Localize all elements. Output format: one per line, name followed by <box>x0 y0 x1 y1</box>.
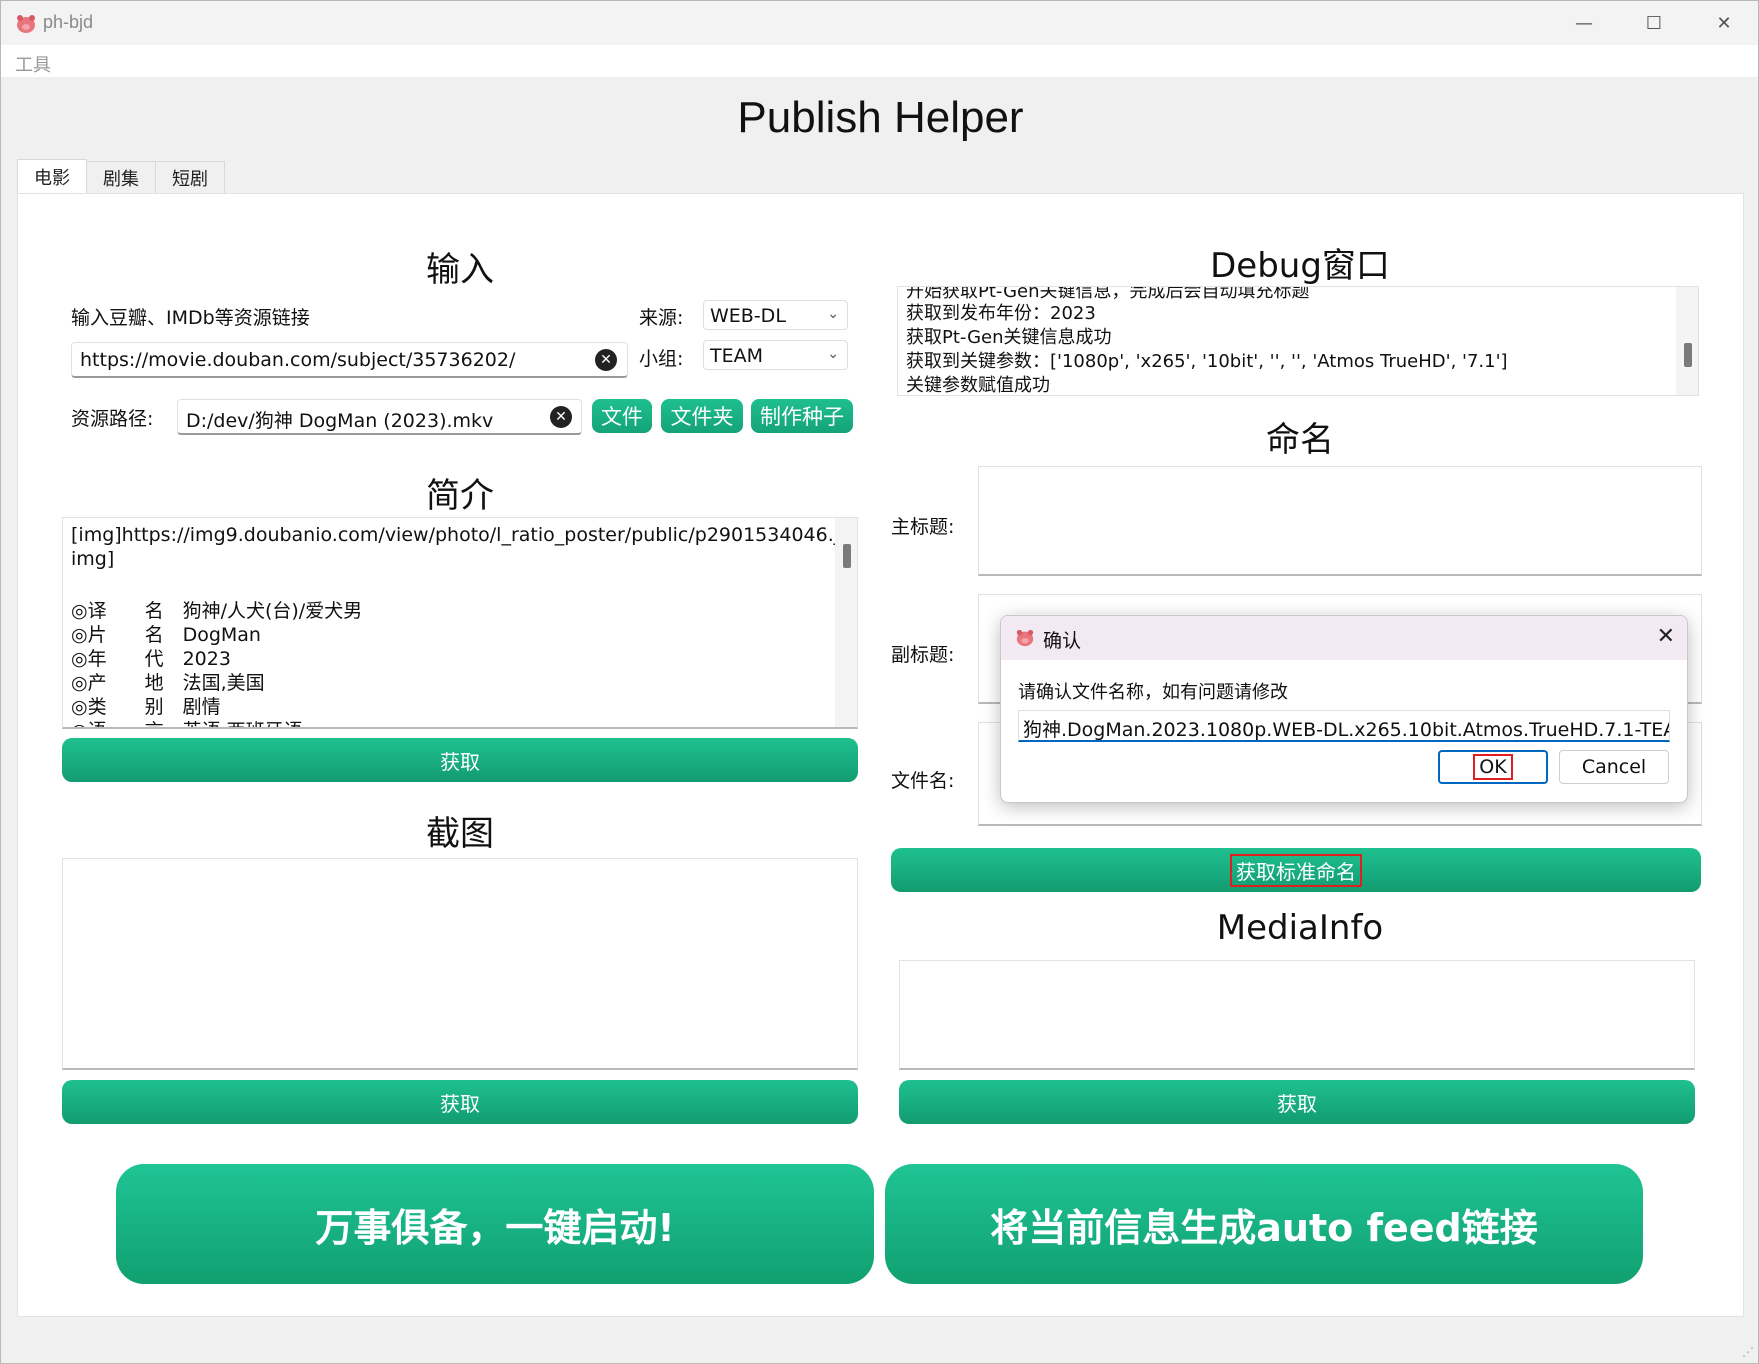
intro-line: [img]https://img9.doubanio.com/view/phot… <box>71 524 858 546</box>
mediainfo-textarea[interactable] <box>899 960 1695 1070</box>
intro-line: ◎译 名 狗神/人犬(台)/爱犬男 <box>71 600 363 622</box>
minimize-button[interactable]: — <box>1549 1 1619 45</box>
filename-label: 文件名: <box>891 770 955 792</box>
input-section-title: 输入 <box>426 250 494 290</box>
ok-label: OK <box>1473 754 1513 780</box>
intro-line: ◎类 别 剧情 <box>71 696 221 718</box>
confirm-dialog: 确认 ✕ 请确认文件名称，如有问题请修改 狗神.DogMan.2023.1080… <box>1000 615 1688 803</box>
debug-textarea[interactable]: 开始获取Pt-Gen关键信息，完成后会自动填充标题 获取到发布年份：2023 获… <box>897 286 1699 396</box>
tab-short-drama[interactable]: 短剧 <box>155 161 225 193</box>
chevron-down-icon: ⌄ <box>827 306 839 322</box>
auto-feed-link-button[interactable]: 将当前信息生成auto feed链接 <box>885 1164 1643 1284</box>
clear-path-icon[interactable]: ✕ <box>550 406 572 428</box>
subtitle-label: 副标题: <box>891 644 955 666</box>
intro-line: ◎产 地 法国,美国 <box>71 672 265 694</box>
intro-scrollbar[interactable] <box>835 518 857 727</box>
scroll-thumb[interactable] <box>1684 343 1692 367</box>
tab-movie[interactable]: 电影 <box>17 159 87 193</box>
link-input[interactable]: https://movie.douban.com/subject/3573620… <box>71 342 628 378</box>
clear-link-icon[interactable]: ✕ <box>595 349 617 371</box>
debug-line: 获取到关键参数：['1080p', 'x265', '10bit', '', '… <box>906 351 1508 372</box>
group-select[interactable]: TEAM ⌄ <box>703 340 848 370</box>
main-title-textarea[interactable] <box>978 466 1702 576</box>
group-label: 小组: <box>639 348 684 370</box>
chevron-down-icon: ⌄ <box>827 346 839 362</box>
app-window: ph-bjd — ☐ ✕ 工具 Publish Helper 电影 剧集 短剧 … <box>0 0 1759 1364</box>
menu-tools[interactable]: 工具 <box>15 51 51 77</box>
window-title: ph-bjd <box>43 12 94 32</box>
dialog-cancel-button[interactable]: Cancel <box>1559 750 1669 784</box>
path-label: 资源路径: <box>71 408 154 430</box>
intro-textarea[interactable]: [img]https://img9.doubanio.com/view/phot… <box>62 517 858 729</box>
tab-bar: 电影 剧集 短剧 <box>17 159 225 193</box>
dialog-ok-button[interactable]: OK <box>1438 750 1548 784</box>
mediainfo-section-title: MediaInfo <box>1216 908 1384 948</box>
one-click-start-button[interactable]: 万事俱备，一键启动! <box>116 1164 874 1284</box>
intro-line: img] <box>71 548 115 570</box>
minimize-icon: — <box>1575 12 1593 34</box>
pig-app-icon <box>1016 629 1034 647</box>
intro-line: ◎年 代 2023 <box>71 648 231 670</box>
file-button[interactable]: 文件 <box>592 399 652 433</box>
get-standard-name-button[interactable]: 获取标准命名 <box>891 848 1701 892</box>
naming-section-title: 命名 <box>1266 420 1334 460</box>
title-bar: ph-bjd — ☐ ✕ <box>1 1 1758 45</box>
maximize-icon: ☐ <box>1645 12 1663 34</box>
screenshot-textarea[interactable] <box>62 858 858 1070</box>
link-label: 输入豆瓣、IMDb等资源链接 <box>71 307 310 329</box>
fetch-screenshot-button[interactable]: 获取 <box>62 1080 858 1124</box>
intro-line: ◎片 名 DogMan <box>71 624 261 646</box>
debug-line: 获取到发布年份：2023 <box>906 303 1096 324</box>
close-window-button[interactable]: ✕ <box>1689 1 1759 45</box>
make-torrent-button[interactable]: 制作种子 <box>751 399 853 433</box>
close-icon: ✕ <box>1716 12 1732 34</box>
maximize-button[interactable]: ☐ <box>1619 1 1689 45</box>
dialog-message: 请确认文件名称，如有问题请修改 <box>1018 682 1288 703</box>
intro-line: ◎语 言 英语,西班牙语 <box>71 716 303 727</box>
fetch-mediainfo-button[interactable]: 获取 <box>899 1080 1695 1124</box>
debug-line: 关键参数赋值成功 <box>906 375 1050 396</box>
source-label: 来源: <box>639 307 684 329</box>
main-title-label: 主标题: <box>891 516 955 538</box>
screenshot-section-title: 截图 <box>426 814 494 854</box>
debug-section-title: Debug窗口 <box>1210 246 1390 286</box>
get-standard-name-label: 获取标准命名 <box>1230 853 1362 887</box>
fetch-intro-button[interactable]: 获取 <box>62 738 858 782</box>
close-icon[interactable]: ✕ <box>1657 624 1675 649</box>
source-select[interactable]: WEB-DL ⌄ <box>703 300 848 330</box>
dialog-filename-input[interactable]: 狗神.DogMan.2023.1080p.WEB-DL.x265.10bit.A… <box>1018 710 1670 742</box>
debug-line: 获取Pt-Gen关键信息成功 <box>906 327 1112 348</box>
dialog-header: 确认 ✕ <box>1001 616 1687 660</box>
menu-bar: 工具 <box>1 45 1758 77</box>
resize-grip-icon[interactable]: ⋰ <box>1742 1345 1754 1359</box>
path-input[interactable]: D:/dev/狗神 DogMan (2023).mkv <box>177 399 582 435</box>
intro-section-title: 简介 <box>426 476 494 516</box>
folder-button[interactable]: 文件夹 <box>661 399 743 433</box>
pig-app-icon <box>17 15 35 33</box>
debug-scrollbar[interactable] <box>1676 287 1698 395</box>
scroll-thumb[interactable] <box>843 544 851 568</box>
dialog-title: 确认 <box>1043 630 1082 652</box>
app-heading: Publish Helper <box>737 93 1024 142</box>
tab-series[interactable]: 剧集 <box>86 161 156 193</box>
